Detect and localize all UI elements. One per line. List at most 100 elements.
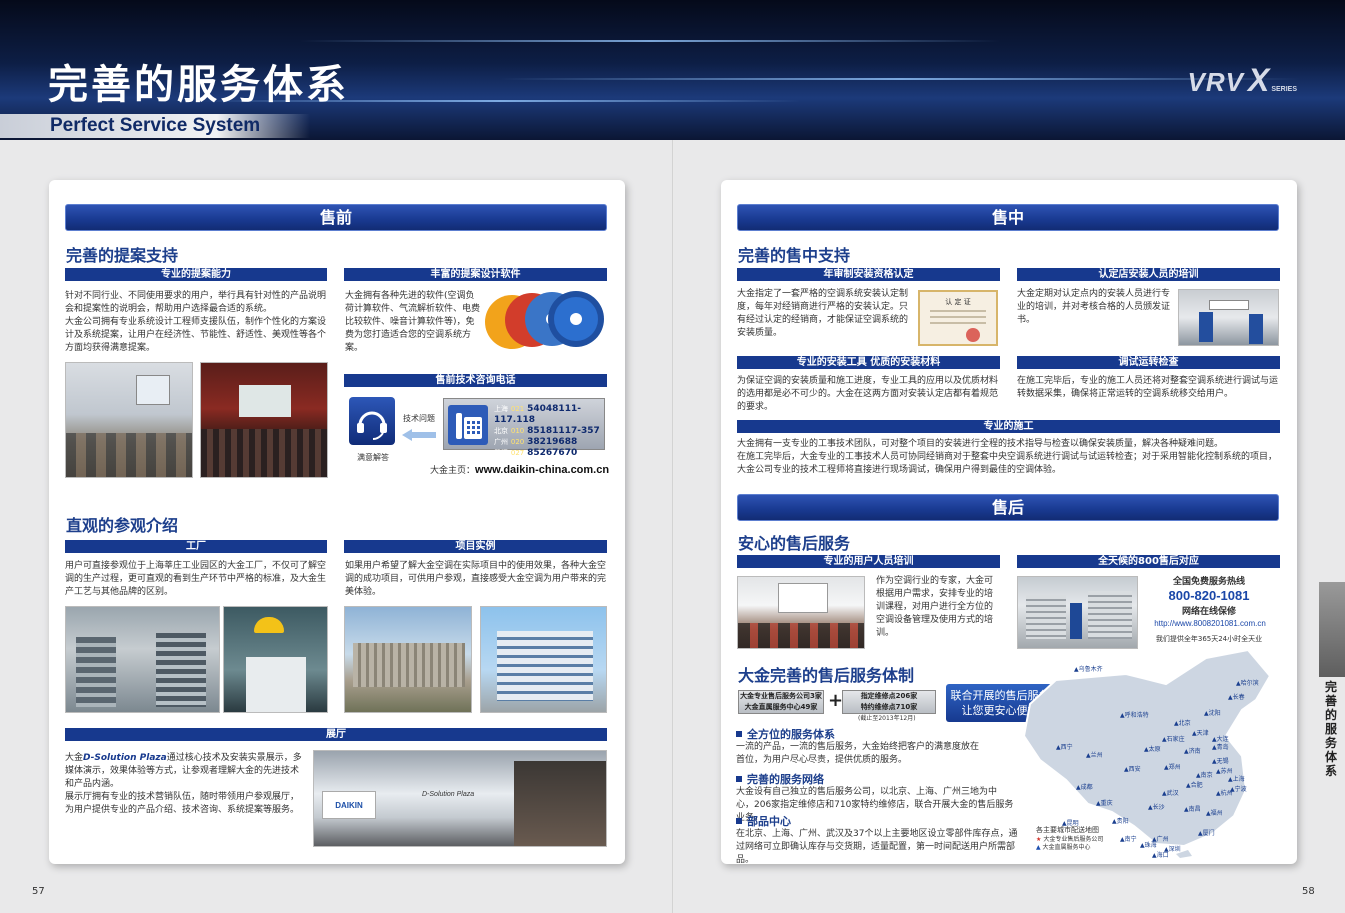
- map-city-label: ▲上海: [1228, 776, 1245, 783]
- page-title: 完善的服务体系: [48, 62, 349, 108]
- factory-text: 用户可直接参观位于上海莘庄工业园区的大金工厂，不仅可了解空调的生产过程，更可直观…: [65, 561, 327, 597]
- map-legend-company: ★ 大金专业售后服务公司: [1036, 836, 1104, 843]
- installer-training-photo: [1178, 289, 1279, 346]
- map-city-label: ▲武汉: [1162, 790, 1179, 797]
- map-city-label: ▲西安: [1124, 766, 1141, 773]
- showroom-text: 大金D-Solution Plaza通过核心技术及安装实景展示，多媒体演示，效果…: [65, 753, 302, 815]
- aftersale-title: 安心的售后服务: [738, 534, 851, 553]
- map-city-label: ▲济南: [1184, 748, 1201, 755]
- map-city-label: ▲南昌: [1184, 806, 1201, 813]
- project-building-photo-1: [344, 606, 472, 713]
- headset-icon: [349, 397, 395, 445]
- map-city-label: ▲无锡: [1212, 758, 1229, 765]
- user-training-photo: [737, 576, 865, 649]
- map-city-label: ▲海口: [1152, 852, 1169, 859]
- map-city-label: ▲福州: [1206, 810, 1223, 817]
- homepage-line: 大金主页：www.daikin-china.com.cn: [430, 464, 610, 476]
- project-text: 如果用户希望了解大金空调在实际项目中的使用效果，各种大金空调的成功项目，可供用户…: [345, 561, 607, 597]
- design-software-text: 大金拥有各种先进的软件(空调负荷计算软件、气流解析软件、电费比较软件、噪音计算软…: [345, 291, 481, 353]
- map-city-label: ▲石家庄: [1162, 736, 1185, 743]
- map-city-label: ▲太原: [1144, 746, 1161, 753]
- project-bar: 项目实例: [344, 540, 607, 553]
- reference-title: 直观的参观介绍: [66, 516, 179, 535]
- map-city-label: ▲呼和浩特: [1120, 712, 1149, 719]
- online-repair-link[interactable]: http://www.8008201081.com.cn: [1140, 619, 1280, 628]
- telephone-icon: [448, 405, 488, 445]
- full-service-bullet: 全方位的服务体系: [736, 726, 835, 742]
- map-city-label: ▲贵阳: [1112, 818, 1129, 825]
- tech-question-label: 技术问题: [403, 414, 435, 423]
- map-city-label: ▲长沙: [1148, 804, 1165, 811]
- construction-bar: 专业的施工: [737, 420, 1280, 433]
- map-city-label: ▲宁波: [1230, 786, 1247, 793]
- seminar-photo-2: [200, 362, 328, 478]
- map-city-label: ▲乌鲁木齐: [1074, 666, 1103, 673]
- map-city-label: ▲西宁: [1056, 744, 1073, 751]
- hotline-row: 北京 010 85181117-357: [494, 426, 600, 436]
- map-city-label: ▲沈阳: [1204, 710, 1221, 717]
- map-city-label: ▲合肥: [1186, 782, 1203, 789]
- commissioning-text: 在施工完毕后，专业的施工人员还将对整套空调系统进行调试与运转数据采集，确保将正常…: [1017, 376, 1279, 399]
- project-building-photo-2: [480, 606, 607, 713]
- map-city-label: ▲南京: [1196, 772, 1213, 779]
- hotline-row: 武汉 027 85267670: [494, 448, 578, 458]
- factory-photo-2: [223, 606, 328, 713]
- hotline-row: 广州 020 38219688: [494, 437, 578, 447]
- page-number-left: 57: [32, 886, 45, 897]
- vrv-x-logo: VRV X SERIES: [1187, 62, 1298, 98]
- factory-bar: 工厂: [65, 540, 327, 553]
- design-software-bar: 丰富的提案设计软件: [344, 268, 607, 281]
- homepage-link[interactable]: www.daikin-china.com.cn: [475, 464, 609, 476]
- map-city-label: ▲天津: [1192, 730, 1209, 737]
- page-subtitle: Perfect Service System: [50, 115, 261, 136]
- proposal-ability-text: 针对不同行业、不同使用要求的用户，举行具有针对性的产品说明会和提案性的说明会，帮…: [65, 291, 327, 353]
- hotline-800-bar: 全天候的800售后对应: [1017, 555, 1280, 568]
- service-count-box-1: 大金专业售后服务公司3家 大金直属服务中心49家: [738, 690, 824, 714]
- tools-materials-text: 为保证空调的安装质量和施工进度，专业工具的应用以及优质材料的选用都是必不可少的。…: [737, 376, 999, 412]
- map-city-label: ▲长春: [1228, 694, 1245, 701]
- sale-band: 售中: [737, 204, 1279, 231]
- page-subtitle-bar: Perfect Service System: [0, 114, 310, 138]
- annual-cert-text: 大金指定了一套严格的空调系统安装认定制度，每年对经销商进行严格的安装认定。只有经…: [737, 289, 909, 338]
- map-city-label: ▲郑州: [1164, 764, 1181, 771]
- page-gutter: [672, 140, 674, 913]
- parts-center-text: 在北京、上海、广州、武汉及37个以上主要地区设立零部件库存点，通过网络可立即确认…: [736, 829, 1018, 865]
- user-training-text: 作为空调行业的专家，大金可根据用户需求，安排专业的培训课程，对用户进行全方位的空…: [876, 576, 994, 638]
- parts-center-bullet: 部品中心: [736, 813, 791, 829]
- tech-hotline-bar: 售前技术咨询电话: [344, 374, 607, 387]
- map-city-label: ▲苏州: [1216, 768, 1233, 775]
- hotline-phone-box: 上海 021 54048111-117.118 北京 010 85181117-…: [443, 398, 605, 458]
- map-city-label: ▲厦门: [1198, 830, 1215, 837]
- certificate-image: 认 定 证: [918, 290, 998, 346]
- factory-photo-1: [65, 606, 220, 713]
- installer-training-bar: 认定店安装人员的培训: [1017, 268, 1280, 281]
- map-city-label: ▲大连: [1212, 736, 1229, 743]
- sale-support-title: 完善的售中支持: [738, 246, 851, 265]
- hotline-number[interactable]: 800-820-1081: [1148, 588, 1270, 603]
- map-legend-center: ▲ 大金直属服务中心: [1036, 844, 1091, 851]
- map-city-label: ▲成都: [1076, 784, 1093, 791]
- annual-cert-bar: 年审制安装资格认定: [737, 268, 1000, 281]
- map-city-label: ▲青岛: [1212, 744, 1229, 751]
- outdoor-units-photo: [1017, 576, 1138, 649]
- header-banner: 完善的服务体系 Perfect Service System VRV X SERIE…: [0, 0, 1345, 140]
- software-discs-image: [484, 288, 608, 352]
- tools-materials-bar: 专业的安装工具 优质的安装材料: [737, 356, 1000, 369]
- side-tab: [1319, 582, 1345, 677]
- installer-training-text: 大金定期对认定点内的安装人员进行专业的培训，并对考核合格的人员颁发证书。: [1017, 289, 1171, 325]
- daikin-logo-sign: DAIKIN: [322, 791, 376, 819]
- hotline-row: 上海 021 54048111-117.118: [494, 404, 581, 425]
- service-network-bullet: 完善的服务网络: [736, 771, 824, 787]
- aftersale-band: 售后: [737, 494, 1279, 521]
- full-service-text: 一流的产品，一流的售后服务，大金始终把客户的满意度放在首位，为用户尽心尽责，提供…: [736, 742, 980, 765]
- map-legend-title: 各主要城市配送地图: [1036, 826, 1099, 834]
- proposal-ability-bar: 专业的提案能力: [65, 268, 327, 281]
- count-date-note: (截止至2013年12月): [858, 715, 916, 722]
- construction-text: 大金拥有一支专业的工事技术团队，可对整个项目的安装进行全程的技术指导与检查以确保…: [737, 439, 1278, 475]
- commissioning-bar: 调试运转检查: [1017, 356, 1280, 369]
- seminar-photo-1: [65, 362, 193, 478]
- presale-band: 售前: [65, 204, 607, 231]
- service-system-title: 大金完善的售后服务体制: [738, 666, 915, 685]
- satisfied-answer-label: 满意解答: [357, 453, 389, 462]
- service-count-box-2: 指定维修点206家 特约维修点710家: [842, 690, 936, 714]
